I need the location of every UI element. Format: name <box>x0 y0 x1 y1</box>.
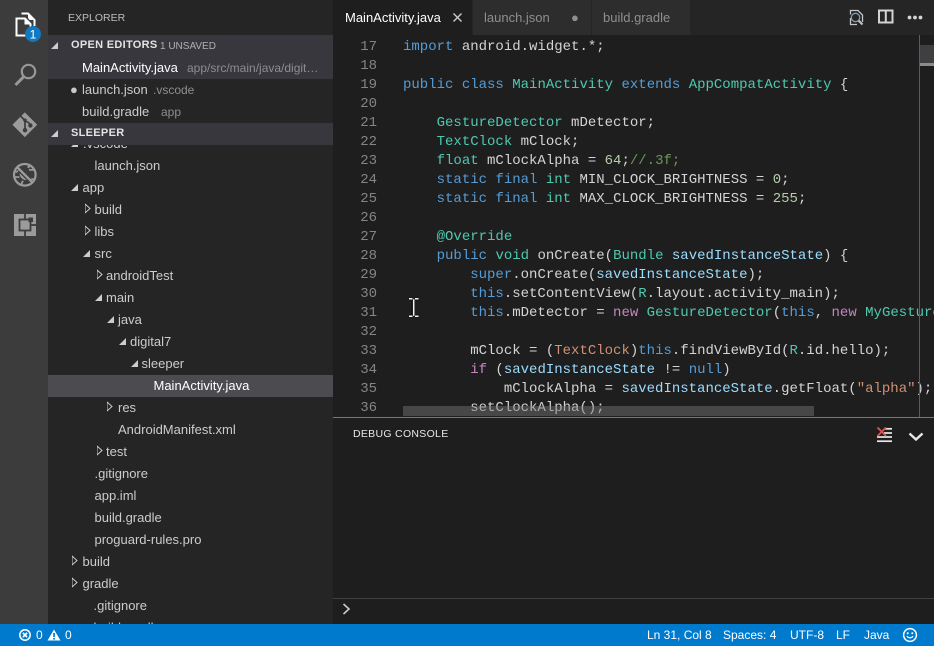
svg-text:1: 1 <box>30 28 37 42</box>
